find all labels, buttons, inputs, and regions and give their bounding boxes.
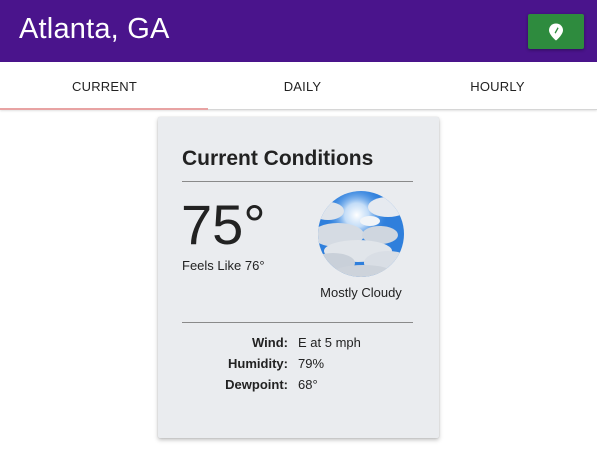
feels-like-text: Feels Like 76° bbox=[182, 258, 265, 273]
title-divider bbox=[182, 181, 413, 182]
dewpoint-value: 68° bbox=[298, 377, 318, 392]
app-header: Atlanta, GA bbox=[0, 0, 597, 62]
current-conditions-card: Current Conditions 75° Feels Like 76° Mo… bbox=[158, 117, 439, 438]
mostly-cloudy-sky-image bbox=[318, 191, 404, 277]
detail-row-dewpoint: Dewpoint: 68° bbox=[158, 377, 439, 397]
dewpoint-label: Dewpoint: bbox=[225, 377, 288, 392]
card-title: Current Conditions bbox=[182, 147, 374, 170]
temperature-value: 75° bbox=[181, 193, 266, 256]
tab-hourly[interactable]: HOURLY bbox=[398, 62, 597, 110]
humidity-label: Humidity: bbox=[228, 356, 288, 371]
detail-row-wind: Wind: E at 5 mph bbox=[158, 335, 439, 355]
tab-bar: CURRENT DAILY HOURLY bbox=[0, 62, 597, 110]
tab-daily[interactable]: DAILY bbox=[203, 62, 402, 110]
condition-text: Mostly Cloudy bbox=[320, 285, 402, 300]
location-button[interactable] bbox=[528, 14, 584, 49]
details-divider bbox=[182, 322, 413, 323]
active-tab-indicator bbox=[0, 108, 208, 110]
tab-current[interactable]: CURRENT bbox=[5, 62, 204, 110]
wind-value: E at 5 mph bbox=[298, 335, 361, 350]
detail-row-humidity: Humidity: 79% bbox=[158, 356, 439, 376]
wind-label: Wind: bbox=[252, 335, 288, 350]
city-title: Atlanta, GA bbox=[19, 13, 170, 45]
humidity-value: 79% bbox=[298, 356, 325, 371]
map-pin-icon bbox=[549, 23, 563, 40]
